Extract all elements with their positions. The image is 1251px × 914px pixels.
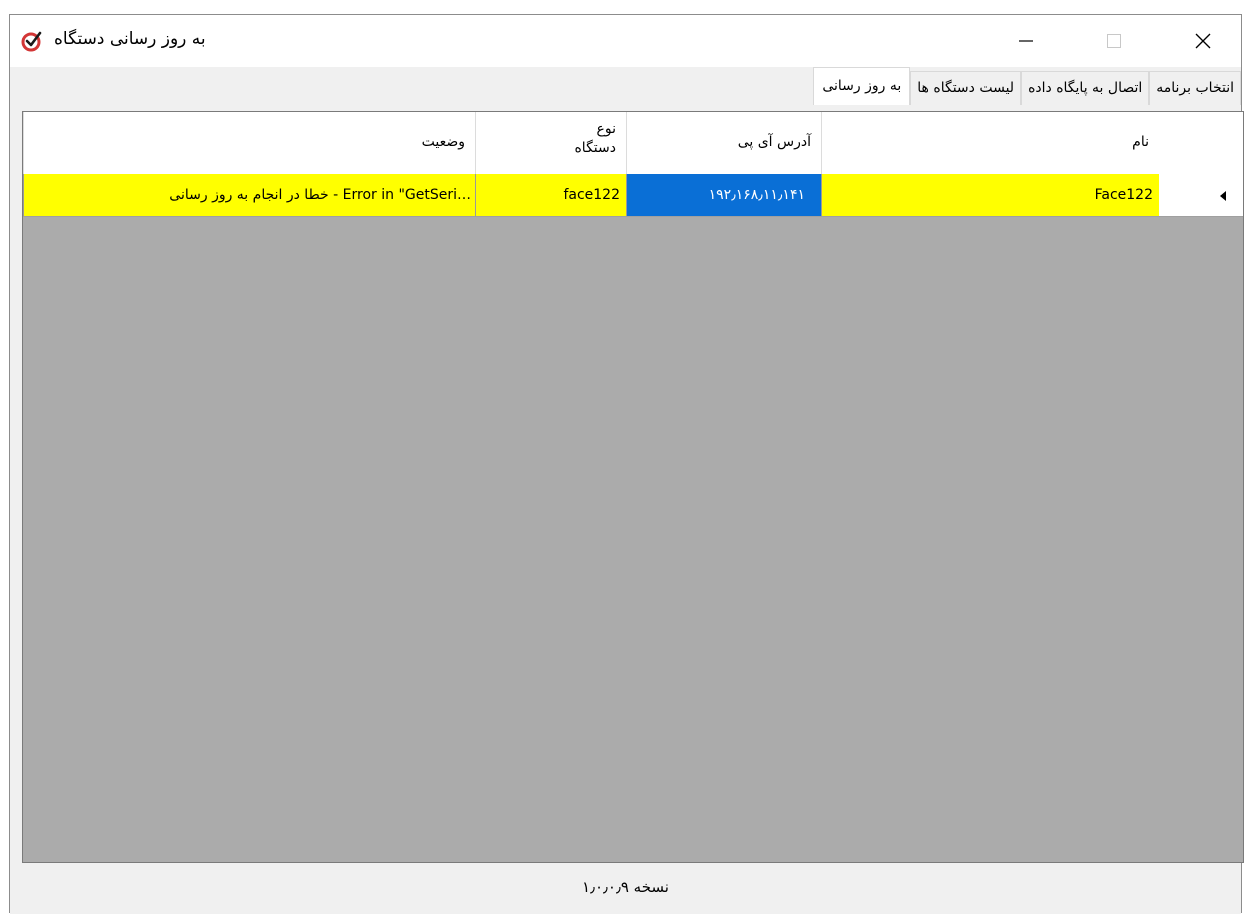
table-row[interactable]: …Error in "GetSeri - خطا در انجام به روز… xyxy=(23,174,1243,217)
column-header-status[interactable]: وضعیت xyxy=(23,112,475,174)
cell-status[interactable]: …Error in "GetSeri - خطا در انجام به روز… xyxy=(23,174,475,216)
column-header-status-label: وضعیت xyxy=(421,134,465,150)
cell-name-text: Face122 xyxy=(1094,187,1153,203)
tab-list: انتخاب برنامه اتصال به پایگاه داده لیست … xyxy=(813,67,1241,105)
title-bar[interactable]: به روز رسانی دستگاه xyxy=(10,15,1241,67)
app-window: به روز رسانی دستگاه انتخاب برنامه اتصال … xyxy=(9,14,1244,914)
row-header[interactable] xyxy=(1159,174,1243,216)
version-label: نسخه ۱٫۰٫۰٫۹ xyxy=(582,878,669,896)
column-header-device-type-label: نوع دستگاه xyxy=(574,121,616,156)
row-header-corner xyxy=(1159,112,1243,174)
cell-device-type-text: face122 xyxy=(563,187,620,203)
current-row-arrow-icon xyxy=(1220,191,1226,201)
cell-name[interactable]: Face122 xyxy=(821,174,1159,216)
column-header-device-type[interactable]: نوع دستگاه xyxy=(475,112,626,174)
column-header-ip-address-label: آدرس آی پی xyxy=(737,134,811,150)
minimize-button[interactable] xyxy=(1003,15,1049,67)
cell-ip-address[interactable]: ۱۹۲٫۱۶۸٫۱۱٫۱۴۱ xyxy=(626,174,821,216)
tab-device-list[interactable]: لیست دستگاه ها xyxy=(910,71,1022,105)
maximize-icon xyxy=(1107,34,1121,48)
column-header-name-label: نام xyxy=(1132,134,1149,150)
maximize-button[interactable] xyxy=(1091,15,1137,67)
tab-database-connection[interactable]: اتصال به پایگاه داده xyxy=(1021,71,1150,105)
check-circle-icon xyxy=(21,31,42,52)
tab-select-program[interactable]: انتخاب برنامه xyxy=(1149,71,1241,105)
close-icon xyxy=(1195,33,1211,49)
close-button[interactable] xyxy=(1180,15,1226,67)
column-header-ip-address[interactable]: آدرس آی پی xyxy=(626,112,821,174)
cell-device-type[interactable]: face122 xyxy=(475,174,626,216)
tab-strip: انتخاب برنامه اتصال به پایگاه داده لیست … xyxy=(10,67,1241,113)
grid-header: وضعیت نوع دستگاه آدرس آی پی نام xyxy=(23,112,1243,175)
devices-grid[interactable]: وضعیت نوع دستگاه آدرس آی پی نام …Error i… xyxy=(22,111,1244,863)
cell-status-text: …Error in "GetSeri - خطا در انجام به روز… xyxy=(169,187,471,203)
cell-ip-address-text: ۱۹۲٫۱۶۸٫۱۱٫۱۴۱ xyxy=(708,187,805,203)
status-bar: نسخه ۱٫۰٫۰٫۹ xyxy=(10,863,1241,914)
column-header-name[interactable]: نام xyxy=(821,112,1159,174)
window-title: به روز رسانی دستگاه xyxy=(54,29,206,49)
tab-update[interactable]: به روز رسانی xyxy=(813,67,911,105)
minimize-icon xyxy=(1019,40,1033,42)
